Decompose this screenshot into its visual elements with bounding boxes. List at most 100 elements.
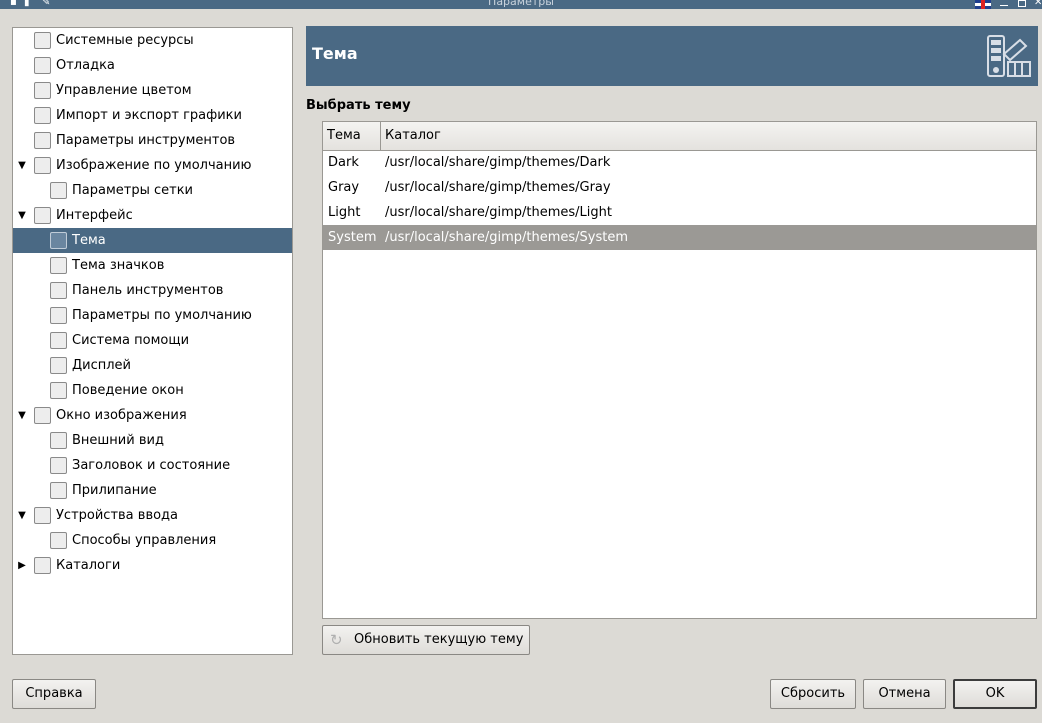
- preferences-tree[interactable]: Системные ресурсы Отладка Управление цве…: [12, 27, 293, 655]
- debug-icon: [34, 57, 51, 74]
- tree-item-label: Дисплей: [72, 358, 132, 373]
- theme-folder-cell: /usr/local/share/gimp/themes/Light: [385, 205, 612, 220]
- reset-button[interactable]: Сбросить: [770, 679, 856, 709]
- table-row[interactable]: Dark /usr/local/share/gimp/themes/Dark: [323, 150, 1036, 175]
- expander-collapsed-icon[interactable]: ▶: [16, 553, 28, 578]
- window-titlebar: ▪ ▮ ✎ Параметры ✕: [0, 0, 1042, 9]
- expander-expanded-icon[interactable]: ▼: [16, 503, 28, 528]
- tree-item-theme[interactable]: Тема: [13, 228, 292, 253]
- theme-folder-cell: /usr/local/share/gimp/themes/Dark: [385, 155, 611, 170]
- expander-expanded-icon[interactable]: ▼: [16, 403, 28, 428]
- tree-item-grid[interactable]: Параметры сетки: [13, 178, 292, 203]
- tree-item-title-status[interactable]: Заголовок и состояние: [13, 453, 292, 478]
- theme-name-cell: Dark: [328, 155, 359, 170]
- tree-item-tool-options[interactable]: Параметры инструментов: [13, 128, 292, 153]
- expander-expanded-icon[interactable]: ▼: [16, 153, 28, 178]
- defaults-icon: [50, 307, 67, 324]
- tree-item-image-window[interactable]: ▼ Окно изображения: [13, 403, 292, 428]
- tree-item-folders[interactable]: ▶ Каталоги: [13, 553, 292, 578]
- tree-item-label: Прилипание: [72, 483, 157, 498]
- tree-item-window-management[interactable]: Поведение окон: [13, 378, 292, 403]
- theme-name-cell: Light: [328, 205, 361, 220]
- theme-folder-cell: /usr/local/share/gimp/themes/System: [385, 230, 628, 245]
- snapping-icon: [50, 482, 67, 499]
- display-icon: [50, 357, 67, 374]
- interface-icon: [34, 207, 51, 224]
- tree-item-label: Тема значков: [72, 258, 165, 273]
- tree-item-toolbox[interactable]: Панель инструментов: [13, 278, 292, 303]
- themes-table[interactable]: Тема Каталог Dark /usr/local/share/gimp/…: [322, 121, 1037, 619]
- reset-button-label: Сбросить: [780, 686, 846, 701]
- tree-item-color-management[interactable]: Управление цветом: [13, 78, 292, 103]
- minimize-icon[interactable]: [1000, 0, 1008, 6]
- maximize-icon[interactable]: [1018, 0, 1026, 7]
- help-system-icon: [50, 332, 67, 349]
- ok-button[interactable]: OK: [953, 679, 1037, 709]
- tree-item-label: Каталоги: [56, 558, 121, 573]
- cancel-button[interactable]: Отмена: [863, 679, 946, 709]
- tool-options-icon: [34, 132, 51, 149]
- column-header-theme[interactable]: Тема: [323, 122, 381, 150]
- chip-icon: [34, 32, 51, 49]
- tree-item-label: Внешний вид: [72, 433, 164, 448]
- page-title: Тема: [312, 44, 358, 63]
- help-button-label: Справка: [25, 686, 83, 701]
- table-row-selected[interactable]: System /usr/local/share/gimp/themes/Syst…: [323, 225, 1036, 250]
- tree-item-snapping[interactable]: Прилипание: [13, 478, 292, 503]
- grid-icon: [50, 182, 67, 199]
- tree-item-debugging[interactable]: Отладка: [13, 53, 292, 78]
- help-button[interactable]: Справка: [12, 679, 96, 709]
- window-title: Параметры: [488, 0, 554, 8]
- color-management-icon: [34, 82, 51, 99]
- tree-item-label: Поведение окон: [72, 383, 184, 398]
- tree-item-label: Импорт и экспорт графики: [56, 108, 242, 123]
- tree-item-display[interactable]: Дисплей: [13, 353, 292, 378]
- tree-item-help-system[interactable]: Система помощи: [13, 328, 292, 353]
- column-header-folder[interactable]: Каталог: [381, 122, 1036, 150]
- tree-item-label: Панель инструментов: [72, 283, 224, 298]
- tree-item-interface[interactable]: ▼ Интерфейс: [13, 203, 292, 228]
- theme-icon: [50, 232, 67, 249]
- tree-item-import-export[interactable]: Импорт и экспорт графики: [13, 103, 292, 128]
- appearance-icon: [50, 432, 67, 449]
- icon-theme-icon: [50, 257, 67, 274]
- tree-item-label: Параметры инструментов: [56, 133, 236, 148]
- expander-expanded-icon[interactable]: ▼: [16, 203, 28, 228]
- theme-name-cell: Gray: [328, 180, 360, 195]
- refresh-theme-button[interactable]: ↻ Обновить текущую тему: [322, 625, 530, 655]
- input-controllers-icon: [50, 532, 67, 549]
- table-row[interactable]: Gray /usr/local/share/gimp/themes/Gray: [323, 175, 1036, 200]
- tree-item-label: Параметры сетки: [72, 183, 194, 198]
- ok-button-label: OK: [985, 686, 1005, 701]
- image-window-icon: [34, 407, 51, 424]
- section-title: Выбрать тему: [306, 98, 411, 113]
- tree-item-label: Отладка: [56, 58, 115, 73]
- tree-item-input-devices[interactable]: ▼ Устройства ввода: [13, 503, 292, 528]
- tree-item-label: Заголовок и состояние: [72, 458, 231, 473]
- tree-item-default-image[interactable]: ▼ Изображение по умолчанию: [13, 153, 292, 178]
- window-management-icon: [50, 382, 67, 399]
- theme-icon: [987, 35, 1031, 77]
- tree-item-label: Окно изображения: [56, 408, 187, 423]
- tree-item-label: Управление цветом: [56, 83, 192, 98]
- tree-item-appearance[interactable]: Внешний вид: [13, 428, 292, 453]
- tree-item-label: Интерфейс: [56, 208, 133, 223]
- close-icon[interactable]: ✕: [1034, 0, 1042, 8]
- theme-folder-cell: /usr/local/share/gimp/themes/Gray: [385, 180, 611, 195]
- tree-item-icon-theme[interactable]: Тема значков: [13, 253, 292, 278]
- table-row[interactable]: Light /usr/local/share/gimp/themes/Light: [323, 200, 1036, 225]
- tree-item-system-resources[interactable]: Системные ресурсы: [13, 28, 292, 53]
- tree-item-label: Система помощи: [72, 333, 190, 348]
- page-header: Тема: [306, 26, 1038, 86]
- tree-item-label: Изображение по умолчанию: [56, 158, 252, 173]
- table-header: Тема Каталог: [323, 122, 1036, 151]
- tree-item-label: Тема: [72, 233, 106, 248]
- keyboard-layout-flag-icon[interactable]: [975, 0, 991, 9]
- input-devices-icon: [34, 507, 51, 524]
- refresh-theme-label: Обновить текущую тему: [354, 632, 524, 647]
- tree-item-input-controllers[interactable]: Способы управления: [13, 528, 292, 553]
- title-status-icon: [50, 457, 67, 474]
- cancel-button-label: Отмена: [878, 686, 931, 701]
- import-export-icon: [34, 107, 51, 124]
- tree-item-defaults[interactable]: Параметры по умолчанию: [13, 303, 292, 328]
